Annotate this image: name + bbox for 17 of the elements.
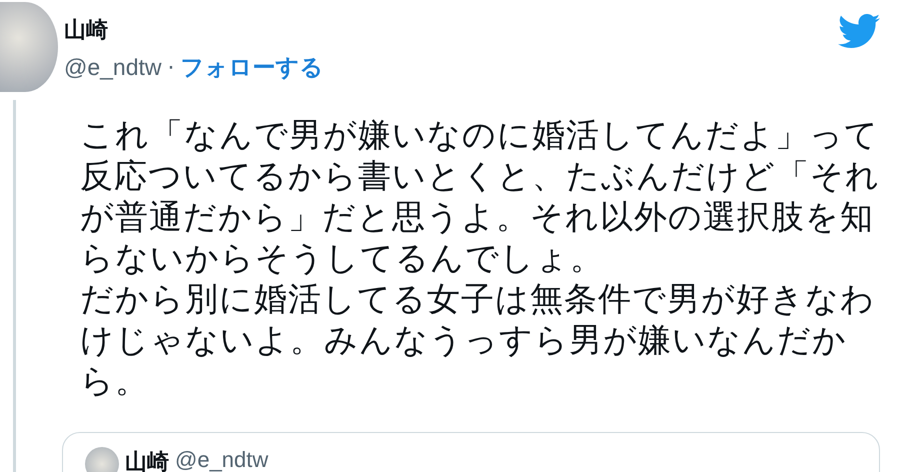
separator-dot: · — [168, 56, 175, 81]
tweet-text-line: これ「なんで男が嫌いなのに婚活してんだよ」って — [80, 114, 880, 155]
tweet-text-line: だから別に婚活してる女子は無条件で男が好きなわ — [80, 278, 876, 319]
quoted-author-name: 山崎 — [125, 449, 169, 472]
tweet-text-line: ら。 — [80, 360, 150, 401]
bird-logo-icon — [838, 14, 880, 49]
tweet-text-line: 反応ついてるから書いとくと、たぶんだけど「それ — [80, 155, 880, 196]
author-handle[interactable]: @e_ndtw — [64, 54, 162, 81]
tweet-text-line: けじゃないよ。みんなうっすら男が嫌いなんだか — [80, 319, 848, 360]
quoted-author-handle: @e_ndtw — [175, 447, 268, 472]
tweet-text-line: が普通だから」だと思うよ。それ以外の選択肢を知 — [80, 196, 875, 237]
follow-link[interactable]: フォローする — [180, 52, 324, 83]
tweet-text-line: らないからそうしてるんでしょ。 — [80, 237, 605, 278]
author-name[interactable]: 山崎 — [64, 16, 324, 46]
quoted-avatar-photo-placeholder — [85, 447, 119, 472]
quoted-tweet-card[interactable]: 山崎 @e_ndtw — [62, 432, 880, 472]
avatar-photo-placeholder[interactable] — [0, 2, 58, 92]
